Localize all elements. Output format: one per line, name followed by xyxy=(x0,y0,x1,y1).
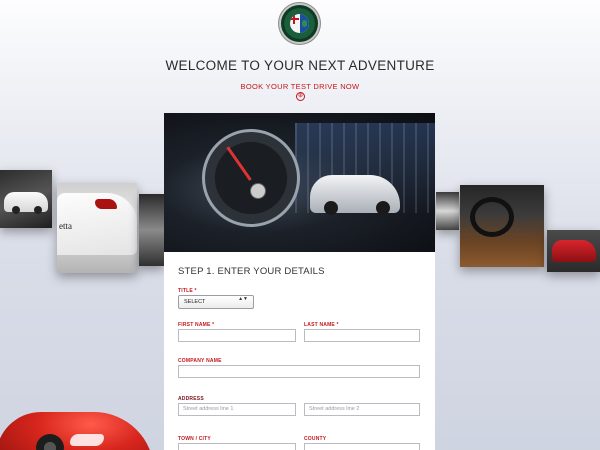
town-city-field[interactable] xyxy=(178,443,296,450)
carousel-panel-right-3[interactable] xyxy=(547,230,600,272)
last-name-field[interactable] xyxy=(304,329,420,342)
alfa-romeo-logo xyxy=(281,5,318,42)
carousel-panel-left-2[interactable]: etta xyxy=(57,183,137,273)
carousel-panel-left-1[interactable] xyxy=(0,170,52,228)
carousel-panel-right-2[interactable] xyxy=(460,185,544,267)
carousel-panel-right-1[interactable] xyxy=(436,192,459,230)
headlight-image xyxy=(70,434,104,446)
title-label: TITLE * xyxy=(178,288,197,294)
scroll-down-icon[interactable]: ⊕ xyxy=(296,92,305,101)
red-car-image xyxy=(552,240,596,262)
title-select[interactable]: SELECT ▲▼ xyxy=(178,295,254,309)
steering-wheel-image xyxy=(470,197,514,237)
address-label: ADDRESS xyxy=(178,396,204,402)
carousel-panel-left-3[interactable] xyxy=(139,194,164,266)
title-select-value: SELECT xyxy=(184,299,206,305)
first-name-field[interactable] xyxy=(178,329,296,342)
address-line1-field[interactable]: Street address line 1 xyxy=(178,403,296,416)
company-name-label: COMPANY NAME xyxy=(178,358,222,364)
details-form: STEP 1. ENTER YOUR DETAILS TITLE * SELEC… xyxy=(164,252,435,450)
town-city-label: TOWN / CITY xyxy=(178,436,211,442)
page-headline: WELCOME TO YOUR NEXT ADVENTURE xyxy=(165,58,435,73)
address-line2-field[interactable]: Street address line 2 xyxy=(304,403,420,416)
select-arrows-icon: ▲▼ xyxy=(238,296,248,302)
company-name-field[interactable] xyxy=(178,365,420,378)
logo-cross-horizontal xyxy=(290,18,299,20)
tail-lamp-image xyxy=(95,199,117,209)
logo-emblem xyxy=(290,14,309,33)
speedometer-image xyxy=(202,129,300,227)
logo-serpent xyxy=(300,14,309,33)
carousel-panel-label: etta xyxy=(59,221,72,231)
alfa-badge-image xyxy=(250,183,266,199)
county-label: COUNTY xyxy=(304,436,327,442)
first-name-label: FIRST NAME * xyxy=(178,322,215,328)
last-name-label: LAST NAME * xyxy=(304,322,339,328)
county-field[interactable] xyxy=(304,443,420,450)
step-title: STEP 1. ENTER YOUR DETAILS xyxy=(178,266,325,277)
book-test-drive-link[interactable]: BOOK YOUR TEST DRIVE NOW xyxy=(0,82,600,91)
hero-image xyxy=(164,113,435,252)
white-car-image xyxy=(4,192,48,214)
car-wheel-image xyxy=(36,434,64,450)
giulietta-car-image xyxy=(310,175,400,215)
red-sports-car-image xyxy=(0,412,154,450)
